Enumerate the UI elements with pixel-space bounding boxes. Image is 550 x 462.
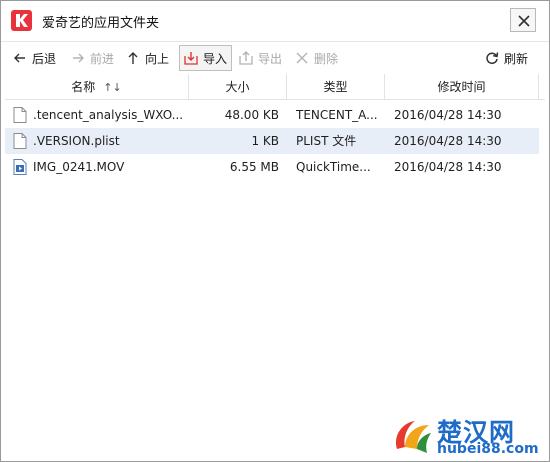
back-label: 后退 [32, 51, 57, 66]
close-button[interactable] [510, 8, 536, 32]
column-name-header[interactable]: 名称 ↑↓ [5, 74, 189, 100]
movie-file-icon [13, 159, 27, 175]
arrow-up-icon [126, 51, 140, 65]
table-row[interactable]: .tencent_analysis_WXO... 48.00 KB TENCEN… [5, 102, 539, 128]
refresh-icon [485, 51, 499, 65]
up-button[interactable]: 向上 [126, 45, 169, 71]
forward-label: 前进 [90, 51, 115, 66]
column-size-label: 大小 [225, 80, 250, 94]
import-label: 导入 [203, 51, 228, 66]
delete-x-icon [295, 51, 309, 65]
watermark-url: hubei88.com [437, 441, 539, 457]
window-title: 爱奇艺的应用文件夹 [42, 16, 160, 31]
sort-icon: ↑↓ [103, 81, 122, 94]
delete-label: 删除 [314, 51, 339, 66]
column-name-label: 名称 [71, 80, 96, 94]
file-name: .VERSION.plist [33, 134, 120, 148]
arrow-right-icon [71, 51, 85, 65]
table-row[interactable]: IMG_0241.MOV 6.55 MB QuickTime... 2016/0… [5, 154, 539, 180]
title-bar: 爱奇艺的应用文件夹 [1, 1, 549, 41]
up-label: 向上 [145, 51, 170, 66]
file-name: IMG_0241.MOV [33, 160, 125, 174]
column-type-label: 类型 [323, 80, 348, 94]
file-modified: 2016/04/28 14:30 [394, 108, 502, 122]
toolbar: 后退 前进 向上 导入 导出 删除 刷新 [1, 41, 549, 73]
arrow-left-icon [13, 51, 27, 65]
watermark-logo-icon [395, 421, 431, 453]
file-name: .tencent_analysis_WXO... [33, 108, 183, 122]
file-modified: 2016/04/28 14:30 [394, 134, 502, 148]
refresh-button[interactable]: 刷新 [485, 45, 528, 71]
file-modified: 2016/04/28 14:30 [394, 160, 502, 174]
refresh-label: 刷新 [504, 51, 529, 66]
forward-button[interactable]: 前进 [71, 45, 114, 71]
file-size: 6.55 MB [229, 160, 279, 174]
export-button[interactable]: 导出 [239, 45, 282, 71]
file-type: PLIST 文件 [296, 134, 357, 148]
column-size-header[interactable]: 大小 [189, 74, 287, 100]
export-label: 导出 [258, 51, 283, 66]
import-icon [184, 51, 198, 65]
file-type: TENCENT_A... [296, 108, 378, 122]
file-type: QuickTime... [296, 160, 371, 174]
column-modified-header[interactable]: 修改时间 [385, 74, 539, 100]
column-modified-label: 修改时间 [437, 80, 486, 94]
export-icon [239, 51, 253, 65]
watermark: 楚汉网 hubei88.com [389, 411, 549, 461]
app-folder-window: 爱奇艺的应用文件夹 后退 前进 向上 导入 导出 删除 刷新 名称 ↑↓ 大小 … [0, 0, 550, 462]
table-row[interactable]: .VERSION.plist 1 KB PLIST 文件 2016/04/28 … [5, 128, 539, 154]
file-size: 48.00 KB [224, 108, 279, 122]
import-button[interactable]: 导入 [179, 45, 233, 71]
close-icon [518, 15, 530, 27]
delete-button[interactable]: 删除 [295, 45, 338, 71]
iqiyi-k-logo-icon [11, 10, 32, 31]
column-type-header[interactable]: 类型 [287, 74, 385, 100]
generic-file-icon [13, 107, 27, 123]
file-size: 1 KB [251, 134, 279, 148]
column-header: 名称 ↑↓ 大小 类型 修改时间 [5, 74, 545, 100]
generic-file-icon [13, 133, 27, 149]
back-button[interactable]: 后退 [13, 45, 56, 71]
